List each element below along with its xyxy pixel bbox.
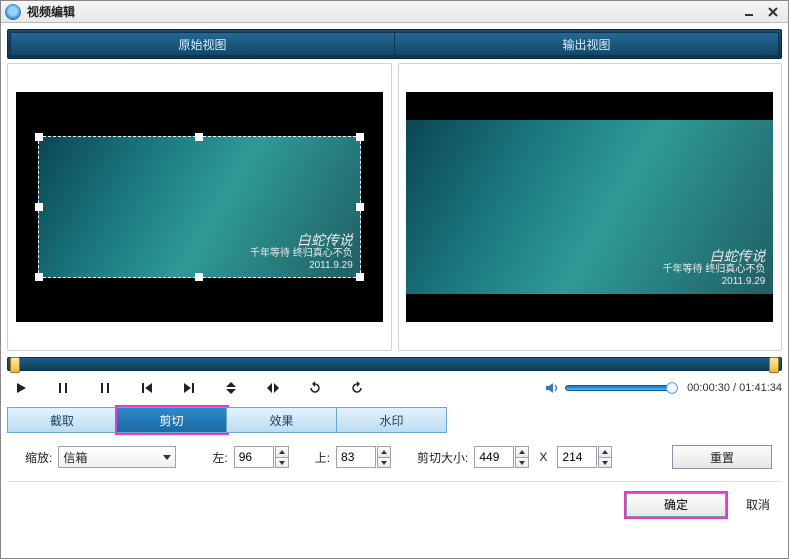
time-display: 00:00:30 / 01:41:34 [687, 382, 782, 394]
flip-vertical-icon [224, 381, 238, 395]
zoom-select[interactable]: 信箱 [58, 446, 176, 468]
play-button[interactable] [7, 377, 35, 399]
play-icon [14, 381, 28, 395]
output-preview: 白蛇传说 千年等待 终归真心不负 2011.9.29 [398, 63, 783, 351]
cancel-button[interactable]: 取消 [746, 496, 770, 513]
crop-width-input[interactable] [474, 446, 514, 468]
crop-height-input[interactable] [557, 446, 597, 468]
top-label: 上: [315, 449, 330, 466]
cropw-spin-up[interactable] [515, 446, 529, 457]
original-video-box: 白蛇传说 千年等待 终归真心不负 2011.9.29 [16, 92, 383, 322]
crop-form: 缩放: 信箱 左: 上: 剪切大小: X [7, 433, 782, 481]
zoom-select-value: 信箱 [63, 449, 87, 466]
cropsize-label: 剪切大小: [417, 449, 468, 466]
video-edit-window: 视频编辑 原始视图 输出视图 白蛇传说 千年等待 终归真心不负 [0, 0, 789, 559]
zoom-label: 缩放: [25, 449, 52, 466]
reset-button[interactable]: 重置 [672, 445, 772, 469]
tab-effect[interactable]: 效果 [227, 407, 337, 433]
volume-icon[interactable] [543, 379, 561, 397]
output-video-box: 白蛇传说 千年等待 终归真心不负 2011.9.29 [406, 92, 773, 322]
original-preview: 白蛇传说 千年等待 终归真心不负 2011.9.29 [7, 63, 392, 351]
crop-handle-se[interactable] [356, 273, 364, 281]
croph-spin-up[interactable] [598, 446, 612, 457]
timeline-marker-end[interactable] [769, 357, 779, 373]
minimize-icon [743, 6, 755, 18]
crop-x-separator: X [539, 450, 547, 464]
crop-handle-sw[interactable] [35, 273, 43, 281]
video-watermark-output: 白蛇传说 千年等待 终归真心不负 2011.9.29 [663, 248, 766, 289]
left-spin-down[interactable] [275, 457, 289, 468]
left-label: 左: [212, 449, 227, 466]
tab-crop[interactable]: 剪切 [117, 407, 227, 433]
croph-spin-down[interactable] [598, 457, 612, 468]
tab-clip[interactable]: 截取 [7, 407, 117, 433]
mark-in-button[interactable] [49, 377, 77, 399]
tab-watermark[interactable]: 水印 [337, 407, 447, 433]
crop-handle-n[interactable] [195, 133, 203, 141]
minimize-button[interactable] [738, 4, 760, 20]
top-spin-down[interactable] [377, 457, 391, 468]
crop-handle-s[interactable] [195, 273, 203, 281]
flip-horizontal-button[interactable] [259, 377, 287, 399]
original-video-still: 白蛇传说 千年等待 终归真心不负 2011.9.29 [38, 136, 361, 279]
mark-in-icon [56, 381, 70, 395]
top-spin-up[interactable] [377, 446, 391, 457]
volume-thumb[interactable] [666, 382, 678, 394]
flip-vertical-button[interactable] [217, 377, 245, 399]
rotate-cw-button[interactable] [301, 377, 329, 399]
rotate-cw-icon [308, 381, 322, 395]
crop-selection[interactable] [38, 136, 361, 279]
close-icon [767, 6, 779, 18]
original-view-label: 原始视图 [10, 32, 395, 56]
chevron-down-icon [163, 455, 171, 460]
prev-frame-icon [140, 381, 154, 395]
close-button[interactable] [762, 4, 784, 20]
left-input[interactable] [234, 446, 274, 468]
mark-out-button[interactable] [91, 377, 119, 399]
ok-button[interactable]: 确定 [626, 493, 726, 517]
flip-horizontal-icon [266, 381, 280, 395]
cropw-spin-down[interactable] [515, 457, 529, 468]
timeline[interactable] [7, 357, 782, 371]
crop-handle-e[interactable] [356, 203, 364, 211]
titlebar: 视频编辑 [1, 1, 788, 23]
next-frame-icon [182, 381, 196, 395]
mark-out-icon [98, 381, 112, 395]
app-icon [5, 4, 21, 20]
left-spin-up[interactable] [275, 446, 289, 457]
crop-handle-nw[interactable] [35, 133, 43, 141]
prev-frame-button[interactable] [133, 377, 161, 399]
rotate-ccw-button[interactable] [343, 377, 371, 399]
crop-handle-ne[interactable] [356, 133, 364, 141]
footer: 确定 取消 [7, 481, 782, 527]
crop-handle-w[interactable] [35, 203, 43, 211]
timeline-marker-start[interactable] [10, 357, 20, 373]
next-frame-button[interactable] [175, 377, 203, 399]
volume-slider[interactable] [565, 385, 675, 391]
output-view-label: 输出视图 [395, 32, 779, 56]
rotate-ccw-icon [350, 381, 364, 395]
tab-bar: 截取 剪切 效果 水印 [7, 407, 782, 433]
window-title: 视频编辑 [27, 3, 75, 20]
top-input[interactable] [336, 446, 376, 468]
view-header: 原始视图 输出视图 [10, 32, 779, 56]
output-video-still: 白蛇传说 千年等待 终归真心不负 2011.9.29 [406, 120, 773, 295]
